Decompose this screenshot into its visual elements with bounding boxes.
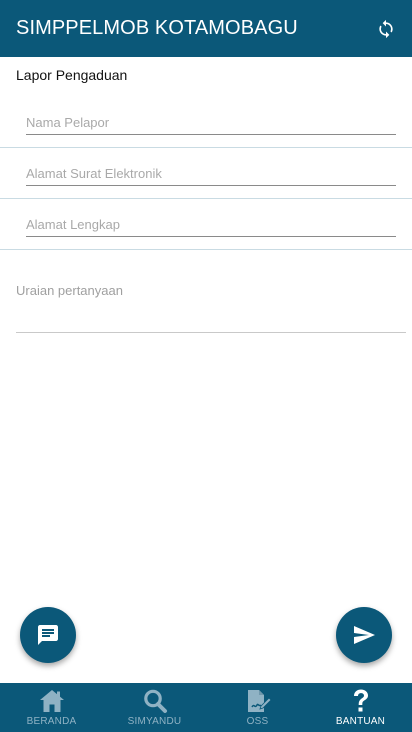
send-icon — [354, 626, 375, 644]
home-icon — [38, 688, 66, 714]
email-field-wrapper — [26, 161, 396, 186]
nav-item-beranda[interactable]: BERANDA — [0, 683, 103, 732]
nav-label-oss: OSS — [246, 716, 269, 727]
bottom-navigation: BERANDA SIMYANDU OSS BANTUAN — [0, 683, 412, 732]
email-field-row — [0, 148, 412, 199]
chat-icon — [38, 625, 58, 645]
search-icon — [142, 688, 168, 714]
document-sign-icon — [244, 688, 272, 714]
nav-item-simyandu[interactable]: SIMYANDU — [103, 683, 206, 732]
refresh-icon — [379, 19, 393, 38]
app-header: SIMPPELMOB KOTAMOBAGU — [0, 0, 412, 57]
name-field-row — [0, 97, 412, 148]
send-button[interactable] — [336, 607, 392, 663]
email-input[interactable] — [26, 161, 396, 185]
address-field-wrapper — [26, 212, 396, 237]
nav-item-oss[interactable]: OSS — [206, 683, 309, 732]
nav-item-bantuan[interactable]: BANTUAN — [309, 683, 412, 732]
address-input[interactable] — [26, 212, 396, 236]
app-title: SIMPPELMOB KOTAMOBAGU — [16, 17, 298, 39]
form-title: Lapor Pengaduan — [16, 67, 128, 83]
nav-label-simyandu: SIMYANDU — [127, 716, 182, 727]
description-textarea[interactable] — [16, 283, 406, 323]
description-field-wrapper — [16, 283, 406, 333]
name-field-wrapper — [26, 110, 396, 135]
refresh-button[interactable] — [374, 17, 398, 41]
reporter-name-input[interactable] — [26, 110, 396, 134]
address-field-row — [0, 199, 412, 250]
chat-button[interactable] — [20, 607, 76, 663]
nav-label-bantuan: BANTUAN — [335, 716, 386, 727]
nav-label-beranda: BERANDA — [26, 716, 77, 727]
help-icon — [350, 688, 372, 714]
